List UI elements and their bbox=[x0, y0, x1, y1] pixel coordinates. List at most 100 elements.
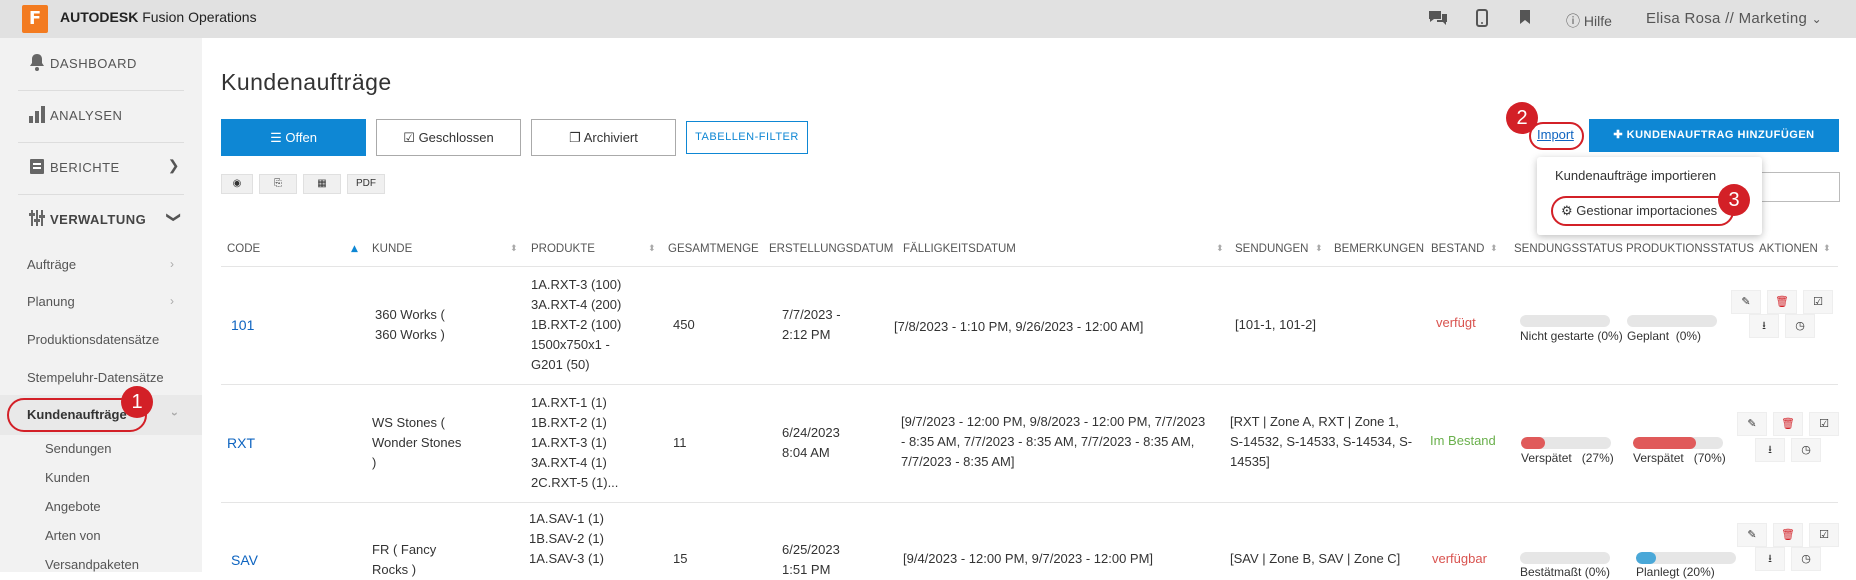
history-button[interactable]: ◷ bbox=[1791, 438, 1821, 462]
col-header-produkte[interactable]: PRODUKTE bbox=[531, 243, 595, 255]
history-button[interactable]: ◷ bbox=[1785, 314, 1815, 338]
table-filter-button[interactable]: TABELLEN-FILTER bbox=[686, 121, 808, 154]
clock-icon: ◷ bbox=[1801, 443, 1811, 456]
edit-button[interactable]: ✎ bbox=[1737, 412, 1767, 436]
sidebar-item-auftraege[interactable]: Aufträge › bbox=[27, 257, 174, 272]
callout-badge-3: 3 bbox=[1718, 184, 1750, 216]
tab-offen[interactable]: ☰ Offen bbox=[221, 119, 366, 156]
col-header-produktionsstatus[interactable]: PRODUKTIONSSTATUS bbox=[1626, 243, 1754, 255]
cell-code-link[interactable]: SAV bbox=[231, 550, 258, 570]
eye-icon: ◉ bbox=[232, 178, 242, 189]
sidebar-item-dashboard[interactable]: DASHBOARD bbox=[0, 38, 202, 90]
download-button[interactable]: ⭳ bbox=[1755, 438, 1785, 462]
mobile-icon[interactable] bbox=[1476, 9, 1488, 32]
callout-badge-2: 2 bbox=[1506, 102, 1538, 134]
shipping-status-label: Nicht gestarte (0%) bbox=[1520, 329, 1623, 343]
view-toggle-button[interactable]: ◉ bbox=[221, 174, 253, 194]
sidebar-item-produktionsdatensaetze[interactable]: Produktionsdatensätze bbox=[27, 332, 159, 347]
help-icon: ⓘ bbox=[1566, 13, 1580, 29]
col-header-sendungsstatus[interactable]: SENDUNGSSTATUS bbox=[1514, 243, 1623, 255]
sidebar-item-kunden[interactable]: Kunden bbox=[45, 470, 90, 485]
sort-icon[interactable]: ⬍ bbox=[1823, 244, 1831, 254]
copy-button[interactable]: ⎘ bbox=[259, 174, 297, 194]
sort-icon[interactable]: ⬍ bbox=[1490, 244, 1498, 254]
sidebar-item-sendungen[interactable]: Sendungen bbox=[45, 441, 112, 456]
shipping-status-label: Bestätmaßt (0%) bbox=[1520, 565, 1611, 579]
menu-item-import-orders[interactable]: Kundenaufträge importieren bbox=[1555, 168, 1716, 183]
download-icon: ⭳ bbox=[1768, 552, 1772, 565]
col-header-faelligkeitsdatum[interactable]: FÄLLIGKEITSDATUM bbox=[903, 243, 1016, 255]
sort-icon[interactable]: ⬍ bbox=[510, 244, 518, 254]
sidebar-item-angebote[interactable]: Angebote bbox=[45, 499, 101, 514]
list-icon: ☰ bbox=[270, 130, 282, 145]
check-icon: ☑ bbox=[1819, 528, 1829, 541]
cell-bestand: verfügbar bbox=[1432, 551, 1487, 566]
history-button[interactable]: ◷ bbox=[1791, 547, 1821, 571]
add-sales-order-button[interactable]: ✚ KUNDENAUFTRAG HINZUFÜGEN bbox=[1589, 119, 1839, 152]
report-icon bbox=[28, 156, 46, 176]
production-status-fill bbox=[1636, 552, 1656, 564]
edit-icon: ✎ bbox=[1747, 528, 1757, 541]
close-order-button[interactable]: ☑ bbox=[1803, 290, 1833, 314]
sidebar-item-planung[interactable]: Planung › bbox=[27, 294, 174, 309]
download-icon: ⭳ bbox=[1768, 443, 1772, 456]
cell-faelligkeitsdatum: [9/4/2023 - 12:00 PM, 9/7/2023 - 12:00 P… bbox=[903, 551, 1154, 566]
cell-produkte: 1A.SAV-1 (1) 1B.SAV-2 (1) 1A.SAV-3 (1) bbox=[529, 511, 604, 566]
col-header-code[interactable]: CODE bbox=[227, 243, 260, 255]
check-square-icon: ☑ bbox=[403, 130, 415, 145]
chat-icon[interactable] bbox=[1427, 9, 1449, 32]
sidebar-item-berichte[interactable]: BERICHTE ❯ bbox=[0, 142, 202, 194]
sidebar-item-analysen[interactable]: ANALYSEN bbox=[0, 90, 202, 142]
production-status-label: Geplant (0%) bbox=[1627, 329, 1702, 343]
search-input[interactable] bbox=[1760, 172, 1840, 202]
delete-button[interactable]: 🗑 bbox=[1773, 412, 1803, 436]
cell-code-link[interactable]: RXT bbox=[227, 433, 255, 453]
help-link[interactable]: ⓘ Hilfe bbox=[1566, 11, 1612, 31]
sidebar-item-versandpaketen[interactable]: Versandpaketen bbox=[45, 557, 139, 572]
check-icon: ☑ bbox=[1813, 295, 1823, 308]
top-bar: F AUTODESK Fusion Operations ⓘ Hilfe Eli… bbox=[0, 0, 1856, 38]
sidebar-item-arten-von[interactable]: Arten von bbox=[45, 528, 101, 543]
sidebar-item-stempeluhr[interactable]: Stempeluhr-Datensätze bbox=[27, 370, 164, 385]
user-menu[interactable]: Elisa Rosa // Marketing ⌄ bbox=[1646, 10, 1822, 27]
pdf-export-button[interactable]: PDF bbox=[347, 174, 385, 194]
close-order-button[interactable]: ☑ bbox=[1809, 412, 1839, 436]
cell-erstellungsdatum: 7/7/2023 - 2:12 PM bbox=[782, 307, 841, 342]
sort-icon[interactable]: ⬍ bbox=[1315, 244, 1323, 254]
col-header-sendungen[interactable]: SENDUNGEN bbox=[1235, 243, 1308, 255]
sort-asc-icon[interactable]: ▲ bbox=[351, 244, 358, 254]
bookmark-icon[interactable] bbox=[1519, 9, 1531, 30]
download-button[interactable]: ⭳ bbox=[1749, 314, 1779, 338]
columns-button[interactable]: ▦ bbox=[303, 174, 341, 194]
chevron-right-icon: ❯ bbox=[167, 157, 180, 173]
sort-icon[interactable]: ⬍ bbox=[648, 244, 656, 254]
download-button[interactable]: ⭳ bbox=[1755, 547, 1785, 571]
col-header-kunde[interactable]: KUNDE bbox=[372, 243, 412, 255]
col-header-aktionen[interactable]: AKTIONEN bbox=[1759, 243, 1818, 255]
col-header-bemerkungen[interactable]: BEMERKUNGEN bbox=[1334, 243, 1424, 255]
cell-sendungen: [SAV | Zone B, SAV | Zone C] bbox=[1230, 551, 1401, 566]
fusion-logo[interactable]: F bbox=[22, 5, 48, 33]
edit-button[interactable]: ✎ bbox=[1737, 523, 1767, 547]
tab-archiviert[interactable]: ❐ Archiviert bbox=[531, 119, 676, 156]
cell-code-link[interactable]: 101 bbox=[231, 315, 254, 335]
col-header-bestand[interactable]: BESTAND bbox=[1431, 243, 1484, 255]
clock-icon: ◷ bbox=[1801, 552, 1811, 565]
callout-badge-1: 1 bbox=[121, 386, 153, 418]
cell-produkte: 1A.RXT-1 (1) 1B.RXT-2 (1) 1A.RXT-3 (1) 3… bbox=[531, 395, 619, 490]
delete-button[interactable]: 🗑 bbox=[1767, 290, 1797, 314]
close-order-button[interactable]: ☑ bbox=[1809, 523, 1839, 547]
edit-icon: ✎ bbox=[1741, 295, 1751, 308]
shipping-status-bar bbox=[1520, 315, 1610, 327]
sidebar-item-verwaltung[interactable]: VERWALTUNG ❯ bbox=[0, 194, 202, 246]
delete-button[interactable]: 🗑 bbox=[1773, 523, 1803, 547]
archive-icon: ❐ bbox=[569, 130, 581, 145]
cell-gesamtmenge: 450 bbox=[673, 317, 695, 332]
sort-icon[interactable]: ⬍ bbox=[1216, 244, 1224, 254]
production-status-label: Planlegt (20%) bbox=[1636, 565, 1715, 579]
edit-button[interactable]: ✎ bbox=[1731, 290, 1761, 314]
col-header-erstellungsdatum[interactable]: ERSTELLUNGSDATUM bbox=[769, 243, 893, 255]
tab-geschlossen[interactable]: ☑ Geschlossen bbox=[376, 119, 521, 156]
col-header-gesamtmenge[interactable]: GESAMTMENGE bbox=[668, 243, 759, 255]
clock-icon: ◷ bbox=[1795, 319, 1805, 332]
